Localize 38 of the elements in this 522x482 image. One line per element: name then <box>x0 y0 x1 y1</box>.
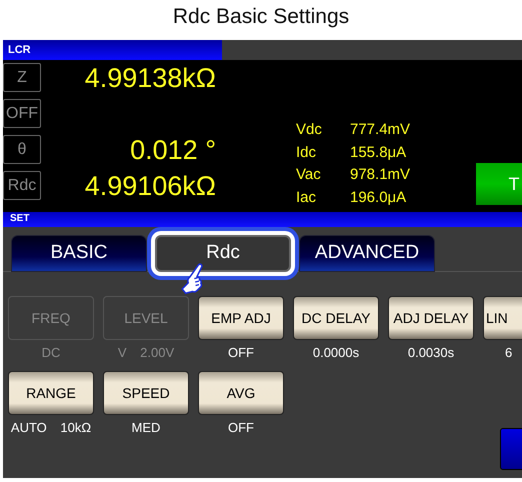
parameter-button[interactable]: OFF <box>3 99 41 128</box>
monitor-label: Vac <box>296 167 322 185</box>
parameter-button[interactable]: Rdc <box>3 171 41 200</box>
parameter-button[interactable]: Z <box>3 63 41 92</box>
monitor-value: 777.4mV <box>350 122 410 140</box>
window-title: Rdc Basic Settings <box>172 4 350 30</box>
pointing-hand-icon <box>181 263 205 295</box>
monitor-label: Vdc <box>296 122 323 140</box>
setting-value: OFF <box>228 420 254 436</box>
monitor-label: Iac <box>296 190 318 208</box>
parameter-button[interactable]: θ <box>3 135 41 164</box>
corner-button[interactable] <box>500 428 522 470</box>
setting-button[interactable]: EMP ADJ <box>198 296 284 340</box>
setting-value: DC <box>42 345 60 361</box>
monitor-value: 978.1mV <box>350 167 410 185</box>
measured-value: 0.012 ° <box>129 134 216 164</box>
monitor-value: 155.8μA <box>350 144 408 162</box>
panel-header: LCR <box>3 40 222 60</box>
monitor-value: 196.0μA <box>350 190 408 208</box>
setting-value: MED <box>132 420 160 436</box>
monitor-label: Idc <box>296 144 318 162</box>
panel-header: SET <box>3 212 522 227</box>
setting-button[interactable]: LIN <box>483 296 522 340</box>
setting-button[interactable]: AVG <box>198 371 284 415</box>
measured-value: 4.99106kΩ <box>84 170 216 200</box>
setting-value: 0.0030s <box>408 345 454 361</box>
setting-value: AUTO 10kΩ <box>10 420 92 436</box>
setting-value: 0.0000s <box>312 345 360 361</box>
setting-button[interactable]: DC DELAY <box>293 296 379 340</box>
setting-button[interactable]: RANGE <box>8 371 94 415</box>
setting-button[interactable]: ADJ DELAY <box>388 296 474 340</box>
setting-value: 6 <box>504 345 512 361</box>
measured-value: 4.99138kΩ <box>84 62 216 92</box>
setting-value: OFF <box>228 345 254 361</box>
setting-value: V 2.00V <box>118 345 174 361</box>
tab[interactable]: BASIC <box>11 235 147 272</box>
tab[interactable]: ADVANCED <box>299 235 435 272</box>
setting-button[interactable]: SPEED <box>103 371 189 415</box>
